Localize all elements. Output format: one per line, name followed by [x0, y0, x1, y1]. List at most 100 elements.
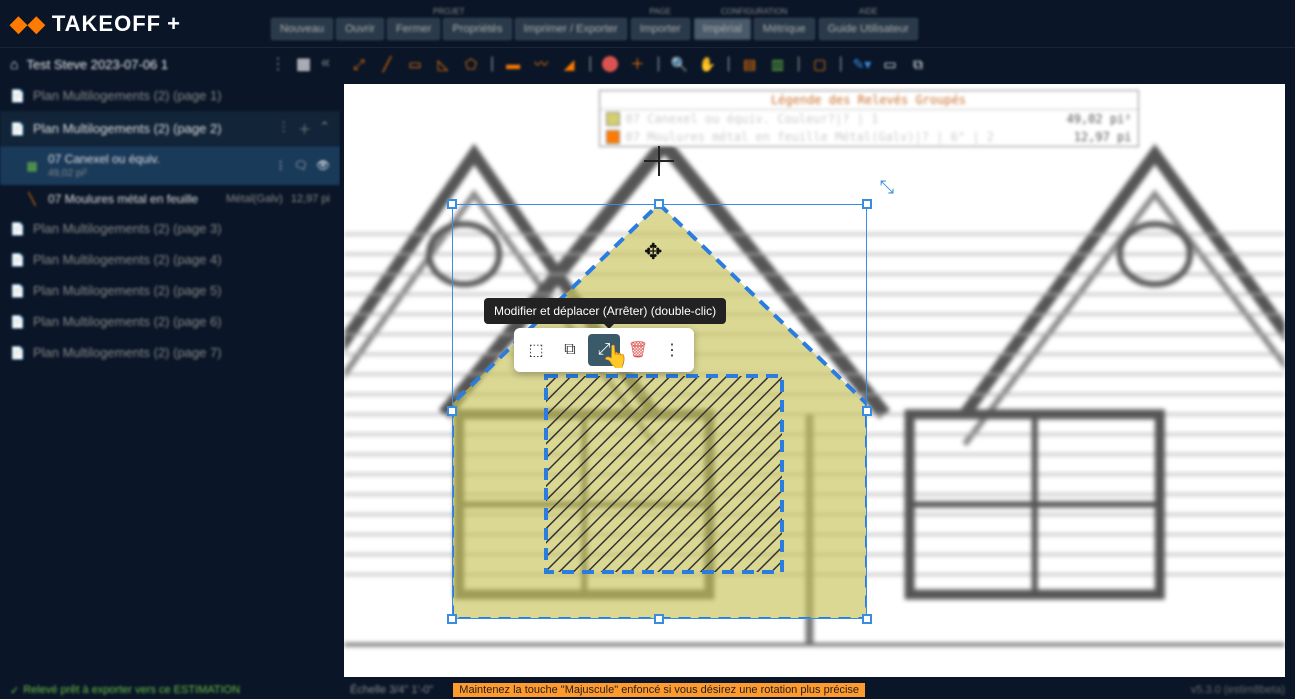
tool-target-icon[interactable] [602, 56, 618, 72]
page-item-4[interactable]: 📄 Plan Multilogements (2) (page 4) [0, 244, 340, 275]
legend-row: 07 Moulures métal en feuille Métal(Galv)… [600, 128, 1138, 146]
crosshair-icon [644, 146, 674, 176]
selection-bounding-box[interactable]: ⤡ [452, 204, 867, 619]
menu-nouveau[interactable]: Nouveau [271, 18, 333, 40]
move-cursor-icon: ✥ [644, 239, 662, 265]
resize-handle-nw[interactable] [447, 199, 457, 209]
doc-icon[interactable]: ▦ [296, 54, 311, 74]
legend-value: 49,02 pi² [1066, 112, 1131, 126]
tool-plus-icon[interactable]: ＋ [628, 55, 646, 73]
resize-handle-s[interactable] [654, 614, 664, 624]
status-text: Relevé prêt à exporter vers ce ESTIMATIO… [23, 684, 240, 696]
file-icon: 📄 [10, 89, 25, 103]
tool-layers2-icon[interactable]: ▥ [769, 55, 787, 73]
tool-expand-icon[interactable]: ⤢ [350, 55, 368, 73]
resize-handle-n[interactable] [654, 199, 664, 209]
scale-label[interactable]: Échelle 3/4" 1'-0" [350, 684, 433, 696]
more-icon[interactable]: ⋮ [275, 159, 286, 172]
tool-pen-icon[interactable]: ✎▾ [853, 55, 871, 73]
page-label: Plan Multilogements (2) (page 2) [33, 121, 222, 136]
legend-title: Légende des Relevés Groupés [600, 91, 1138, 110]
menu-config-label: CONFIGURATION [721, 7, 788, 16]
logo-icon: ◆◆ [10, 11, 46, 37]
file-icon: 📄 [10, 253, 25, 267]
tool-ext-icon[interactable]: ⧉ [909, 55, 927, 73]
menu-guide[interactable]: Guide Utilisateur [819, 18, 918, 40]
tool-grad-icon[interactable]: ◢ [560, 55, 578, 73]
tool-zoom-icon[interactable]: 🔍 [670, 55, 688, 73]
top-menu: PROJET Nouveau Ouvrir Fermer Propriétés … [271, 7, 918, 40]
page-label: Plan Multilogements (2) (page 4) [33, 252, 222, 267]
rotate-handle-icon[interactable]: ⤡ [880, 177, 894, 198]
resize-handle-w[interactable] [447, 406, 457, 416]
menu-ouvrir[interactable]: Ouvrir [336, 18, 384, 40]
file-icon: 📄 [10, 315, 25, 329]
tool-poly-icon[interactable]: ⬠ [462, 55, 480, 73]
select-icon[interactable]: ⬚ [520, 334, 552, 366]
main: 📄 Plan Multilogements (2) (page 1) 📄 Pla… [0, 80, 1295, 681]
page-label: Plan Multilogements (2) (page 3) [33, 221, 222, 236]
legend-box: Légende des Relevés Groupés 07 Canexel o… [599, 90, 1139, 147]
more-icon[interactable]: ⋮ [277, 119, 290, 138]
pointer-cursor-icon: 👆 [602, 344, 629, 370]
more-icon[interactable]: ⋮ [270, 54, 286, 74]
eye-icon[interactable]: 👁 [316, 159, 330, 172]
legend-value: 12,97 pi [1074, 130, 1132, 144]
tool-line-icon[interactable]: ╱ [378, 55, 396, 73]
page-item-7[interactable]: 📄 Plan Multilogements (2) (page 7) [0, 337, 340, 368]
more-icon[interactable]: ⋮ [656, 334, 688, 366]
page-item-5[interactable]: 📄 Plan Multilogements (2) (page 5) [0, 275, 340, 306]
footer-status: ✓ Relevé prêt à exporter vers ce ESTIMAT… [0, 684, 340, 697]
main-toolbar: ⤢ ╱ ▭ ◺ ⬠ | ▬ 〰 ◢ | ＋ | 🔍 ✋ | ▤ ▥ | ▢ | … [340, 55, 927, 73]
item-sub: 49,02 pi² [48, 168, 267, 179]
copy-icon[interactable]: ⧉ [554, 334, 586, 366]
project-row: ⌂ Test Steve 2023-07-06 1 ⋮ ▦ « [0, 54, 340, 74]
canvas[interactable]: Légende des Relevés Groupés 07 Canexel o… [344, 84, 1285, 677]
page-label: Plan Multilogements (2) (page 1) [33, 88, 222, 103]
note-icon[interactable]: 🗨 [294, 159, 308, 172]
legend-text: 07 Moulures métal en feuille Métal(Galv)… [626, 130, 994, 144]
file-icon: 📄 [10, 284, 25, 298]
tool-layers-icon[interactable]: ▤ [741, 55, 759, 73]
page-item-1[interactable]: 📄 Plan Multilogements (2) (page 1) [0, 80, 340, 111]
page-item-3[interactable]: 📄 Plan Multilogements (2) (page 3) [0, 213, 340, 244]
menu-imperial[interactable]: Impérial [694, 18, 751, 40]
resize-handle-sw[interactable] [447, 614, 457, 624]
menu-importer[interactable]: Importer [631, 18, 690, 40]
tool-box-icon[interactable]: ▭ [406, 55, 424, 73]
tool-square-icon[interactable]: ▢ [811, 55, 829, 73]
chevron-up-icon[interactable]: ⌃ [319, 119, 330, 138]
canvas-wrap: Légende des Relevés Groupés 07 Canexel o… [340, 80, 1295, 681]
tool-note-icon[interactable]: ▭ [881, 55, 899, 73]
tool-rect-icon[interactable]: ▬ [504, 55, 522, 73]
legend-text: 07 Canexel ou équiv. Couleur?|? | 1 [626, 112, 879, 126]
item-title: 07 Canexel ou équiv. [48, 152, 267, 166]
resize-handle-ne[interactable] [862, 199, 872, 209]
resize-handle-se[interactable] [862, 614, 872, 624]
file-icon: 📄 [10, 346, 25, 360]
page-item-6[interactable]: 📄 Plan Multilogements (2) (page 6) [0, 306, 340, 337]
project-name: Test Steve 2023-07-06 1 [26, 57, 262, 72]
file-icon: 📄 [10, 122, 25, 136]
takeoff-item-2[interactable]: ╲ 07 Moulures métal en feuille Métal(Gal… [0, 185, 340, 213]
menu-aide-label: AIDE [859, 7, 878, 16]
tool-path-icon[interactable]: 〰 [532, 55, 550, 73]
menu-projet-label: PROJET [433, 7, 465, 16]
tool-angle-icon[interactable]: ◺ [434, 55, 452, 73]
tool-hand-icon[interactable]: ✋ [698, 55, 716, 73]
menu-page-label: PAGE [649, 7, 671, 16]
sidebar: 📄 Plan Multilogements (2) (page 1) 📄 Pla… [0, 80, 340, 681]
app-plus: + [167, 11, 181, 37]
resize-handle-e[interactable] [862, 406, 872, 416]
add-icon[interactable]: ＋ [298, 119, 311, 138]
hint-bar: Maintenez la touche "Majuscule" enfoncé … [453, 683, 865, 697]
collapse-icon[interactable]: « [321, 54, 330, 74]
takeoff-item-1[interactable]: ▦ 07 Canexel ou équiv. 49,02 pi² ⋮ 🗨 👁 [0, 146, 340, 185]
menu-metrique[interactable]: Métrique [754, 18, 815, 40]
menu-fermer[interactable]: Fermer [387, 18, 440, 40]
page-label: Plan Multilogements (2) (page 5) [33, 283, 222, 298]
menu-imprimer[interactable]: Imprimer / Exporter [515, 18, 627, 40]
menu-proprietes[interactable]: Propriétés [443, 18, 511, 40]
file-icon: 📄 [10, 222, 25, 236]
page-item-2[interactable]: 📄 Plan Multilogements (2) (page 2) ⋮ ＋ ⌃ [0, 111, 340, 146]
